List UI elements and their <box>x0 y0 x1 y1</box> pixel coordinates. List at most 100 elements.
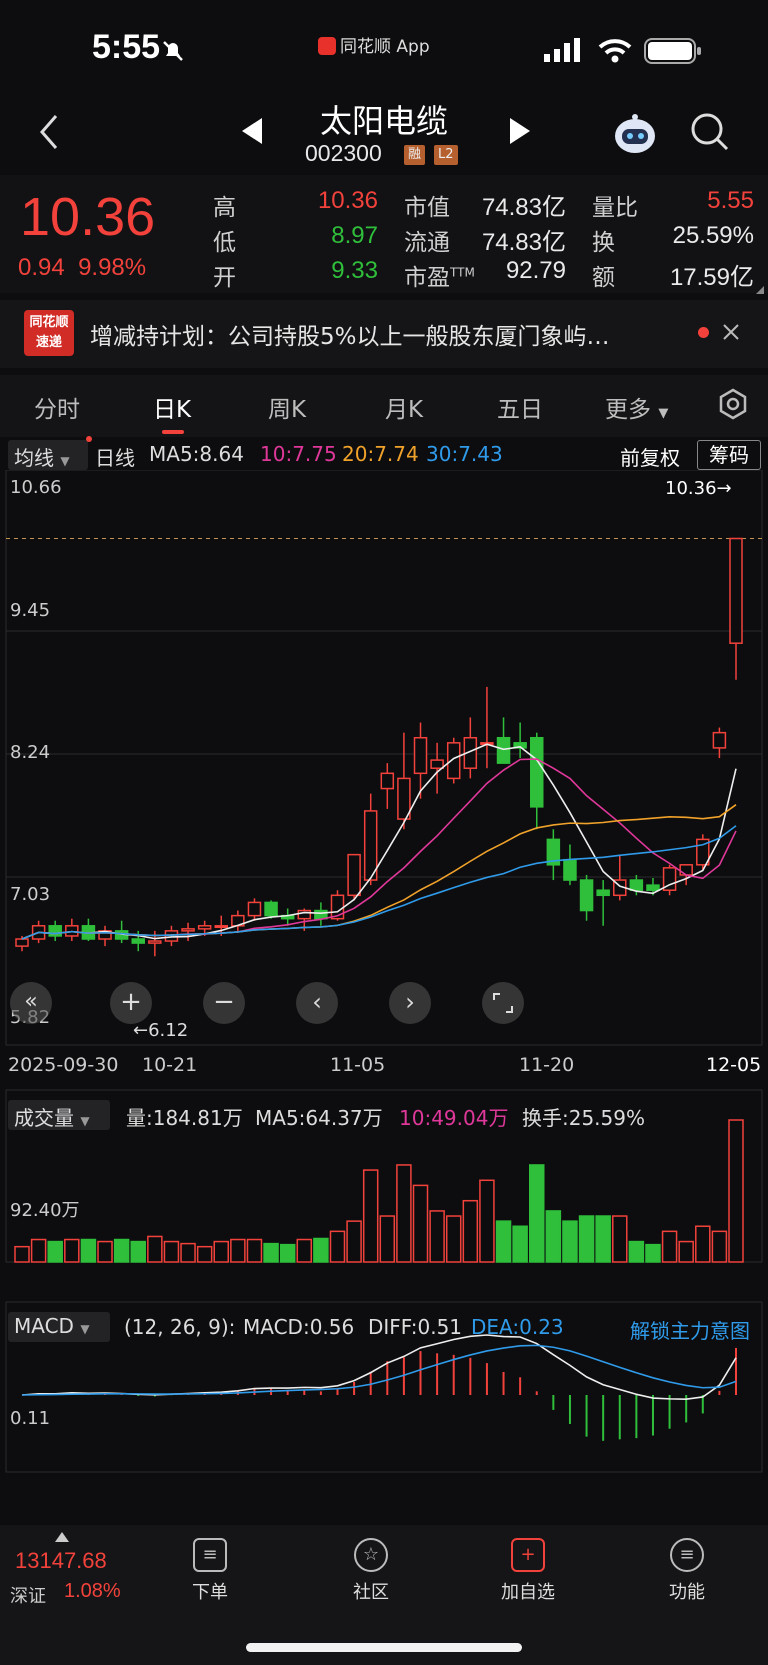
scroll-left-icon[interactable]: « <box>10 982 52 1024</box>
stock-name: 太阳电缆 <box>319 102 448 140</box>
zoom-out-icon[interactable]: − <box>203 982 245 1024</box>
index-up-arrow-icon <box>55 1532 69 1542</box>
news-text[interactable]: 增减持计划：公司持股5%以上一般股东厦门象屿… <box>90 317 610 351</box>
candle-body <box>496 736 511 764</box>
open-value: 9.33 <box>331 257 378 284</box>
vol-turnover: 换手:25.59% <box>522 1106 645 1130</box>
bell-muted-icon <box>163 41 183 61</box>
mcap-value: 74.83亿 <box>481 194 566 221</box>
vol-ratio-value: 5.55 <box>707 187 754 214</box>
tab-intraday[interactable]: 分时 <box>34 390 80 424</box>
macd-y-label: 0.11 <box>10 1408 51 1429</box>
volume-bar <box>578 1215 595 1263</box>
zoom-in-icon[interactable]: + <box>110 982 152 1024</box>
ma20-line <box>21 804 737 940</box>
last-price-marker: 10.36→ <box>665 478 732 499</box>
volume-value: 量:184.81万 <box>126 1106 243 1130</box>
y-label-4: 7.03 <box>10 884 51 905</box>
adjust-mode[interactable]: 前复权 <box>620 442 680 472</box>
ma20-value: 20:7.74 <box>342 442 419 466</box>
volume-bar <box>379 1215 396 1263</box>
volume-bar <box>545 1210 562 1263</box>
candle-body <box>347 853 361 897</box>
volume-bar <box>246 1238 263 1263</box>
candle-body <box>712 731 727 749</box>
macd-value: MACD:0.56 <box>243 1315 355 1339</box>
turnover-value: 25.59% <box>672 222 754 249</box>
high-value: 10.36 <box>317 187 378 214</box>
index-value[interactable]: 13147.68 <box>15 1548 107 1574</box>
candle-body <box>413 736 428 775</box>
candle-body <box>181 928 195 932</box>
candle-body <box>247 901 262 917</box>
candle-body <box>679 864 693 876</box>
high-label: 高 <box>213 195 236 221</box>
tab-weekly-k[interactable]: 周K <box>268 390 306 424</box>
pan-right-icon[interactable]: › <box>389 982 431 1024</box>
volume-bar <box>313 1237 329 1263</box>
volume-bar <box>30 1238 47 1263</box>
volume-bar <box>695 1225 711 1263</box>
x-label-2: 11-05 <box>330 1054 386 1076</box>
volume-bar <box>64 1238 80 1263</box>
volume-bar <box>495 1220 512 1263</box>
volume-bar <box>263 1242 279 1263</box>
volume-bar <box>595 1215 611 1263</box>
index-name: 深证 <box>10 1586 46 1607</box>
indicator-selector[interactable]: 均线 ▼ <box>8 440 88 470</box>
fullscreen-icon[interactable] <box>482 982 524 1024</box>
settings-icon[interactable] <box>716 387 750 421</box>
volume-bar <box>14 1245 30 1263</box>
volume-bar <box>80 1238 97 1263</box>
volume-bar <box>147 1235 163 1263</box>
vol-ma5: MA5:64.37万 <box>255 1106 383 1130</box>
tab-monthly-k[interactable]: 月K <box>385 390 423 424</box>
volume-bar <box>180 1242 196 1263</box>
low-value: 8.97 <box>331 222 378 249</box>
candle-body <box>579 879 594 912</box>
tab-five-day[interactable]: 五日 <box>497 390 543 424</box>
vol-ma10: 10:49.04万 <box>399 1106 509 1130</box>
turnover-label: 换 <box>592 230 615 256</box>
volume-bar <box>479 1179 495 1263</box>
dea-value: DEA:0.23 <box>471 1315 564 1339</box>
nav-functions[interactable]: ≡ 功能 <box>642 1538 732 1604</box>
volume-bar <box>412 1184 429 1263</box>
volume-bar <box>429 1210 445 1263</box>
low-label: 低 <box>213 230 236 256</box>
volume-bar <box>47 1240 63 1263</box>
nav-add-watchlist[interactable]: + 加自选 <box>483 1538 573 1604</box>
open-label: 开 <box>213 265 236 291</box>
candle-body <box>264 901 278 917</box>
tab-more[interactable]: 更多 ▼ <box>605 390 668 424</box>
expand-corner-icon[interactable] <box>756 286 764 294</box>
candle-body <box>380 772 395 790</box>
macd-selector[interactable]: MACD ▼ <box>8 1312 110 1342</box>
pe-label: 市盈TTM <box>404 265 475 291</box>
ma10-value: 10:7.75 <box>260 442 337 466</box>
volume-selector[interactable]: 成交量 ▼ <box>8 1100 110 1130</box>
float-value: 74.83亿 <box>481 229 566 256</box>
unlock-link[interactable]: 解锁主力意图 <box>630 1315 750 1345</box>
candle-body <box>596 889 610 897</box>
volume-bar <box>163 1240 180 1263</box>
nav-order[interactable]: ≡ 下单 <box>165 1538 255 1604</box>
mcap-label: 市值 <box>404 195 450 221</box>
candle-body <box>48 925 62 937</box>
pan-left-icon[interactable]: ‹ <box>296 982 338 1024</box>
volume-bar <box>528 1164 545 1263</box>
candle-body <box>214 925 229 929</box>
diff-value: DIFF:0.51 <box>368 1315 463 1339</box>
candle-body <box>430 759 444 769</box>
amount-label: 额 <box>592 265 615 291</box>
ma5-line <box>21 743 737 940</box>
candle-body <box>148 940 162 944</box>
tab-daily-k[interactable]: 日K <box>153 390 191 424</box>
volume-bar <box>296 1238 313 1263</box>
home-indicator <box>246 1643 522 1652</box>
candle-body <box>529 736 544 808</box>
chips-button[interactable]: 筹码 <box>697 440 761 470</box>
nav-community[interactable]: ☆ 社区 <box>326 1538 416 1604</box>
close-icon[interactable] <box>722 323 740 341</box>
kline-frame <box>5 470 763 1046</box>
